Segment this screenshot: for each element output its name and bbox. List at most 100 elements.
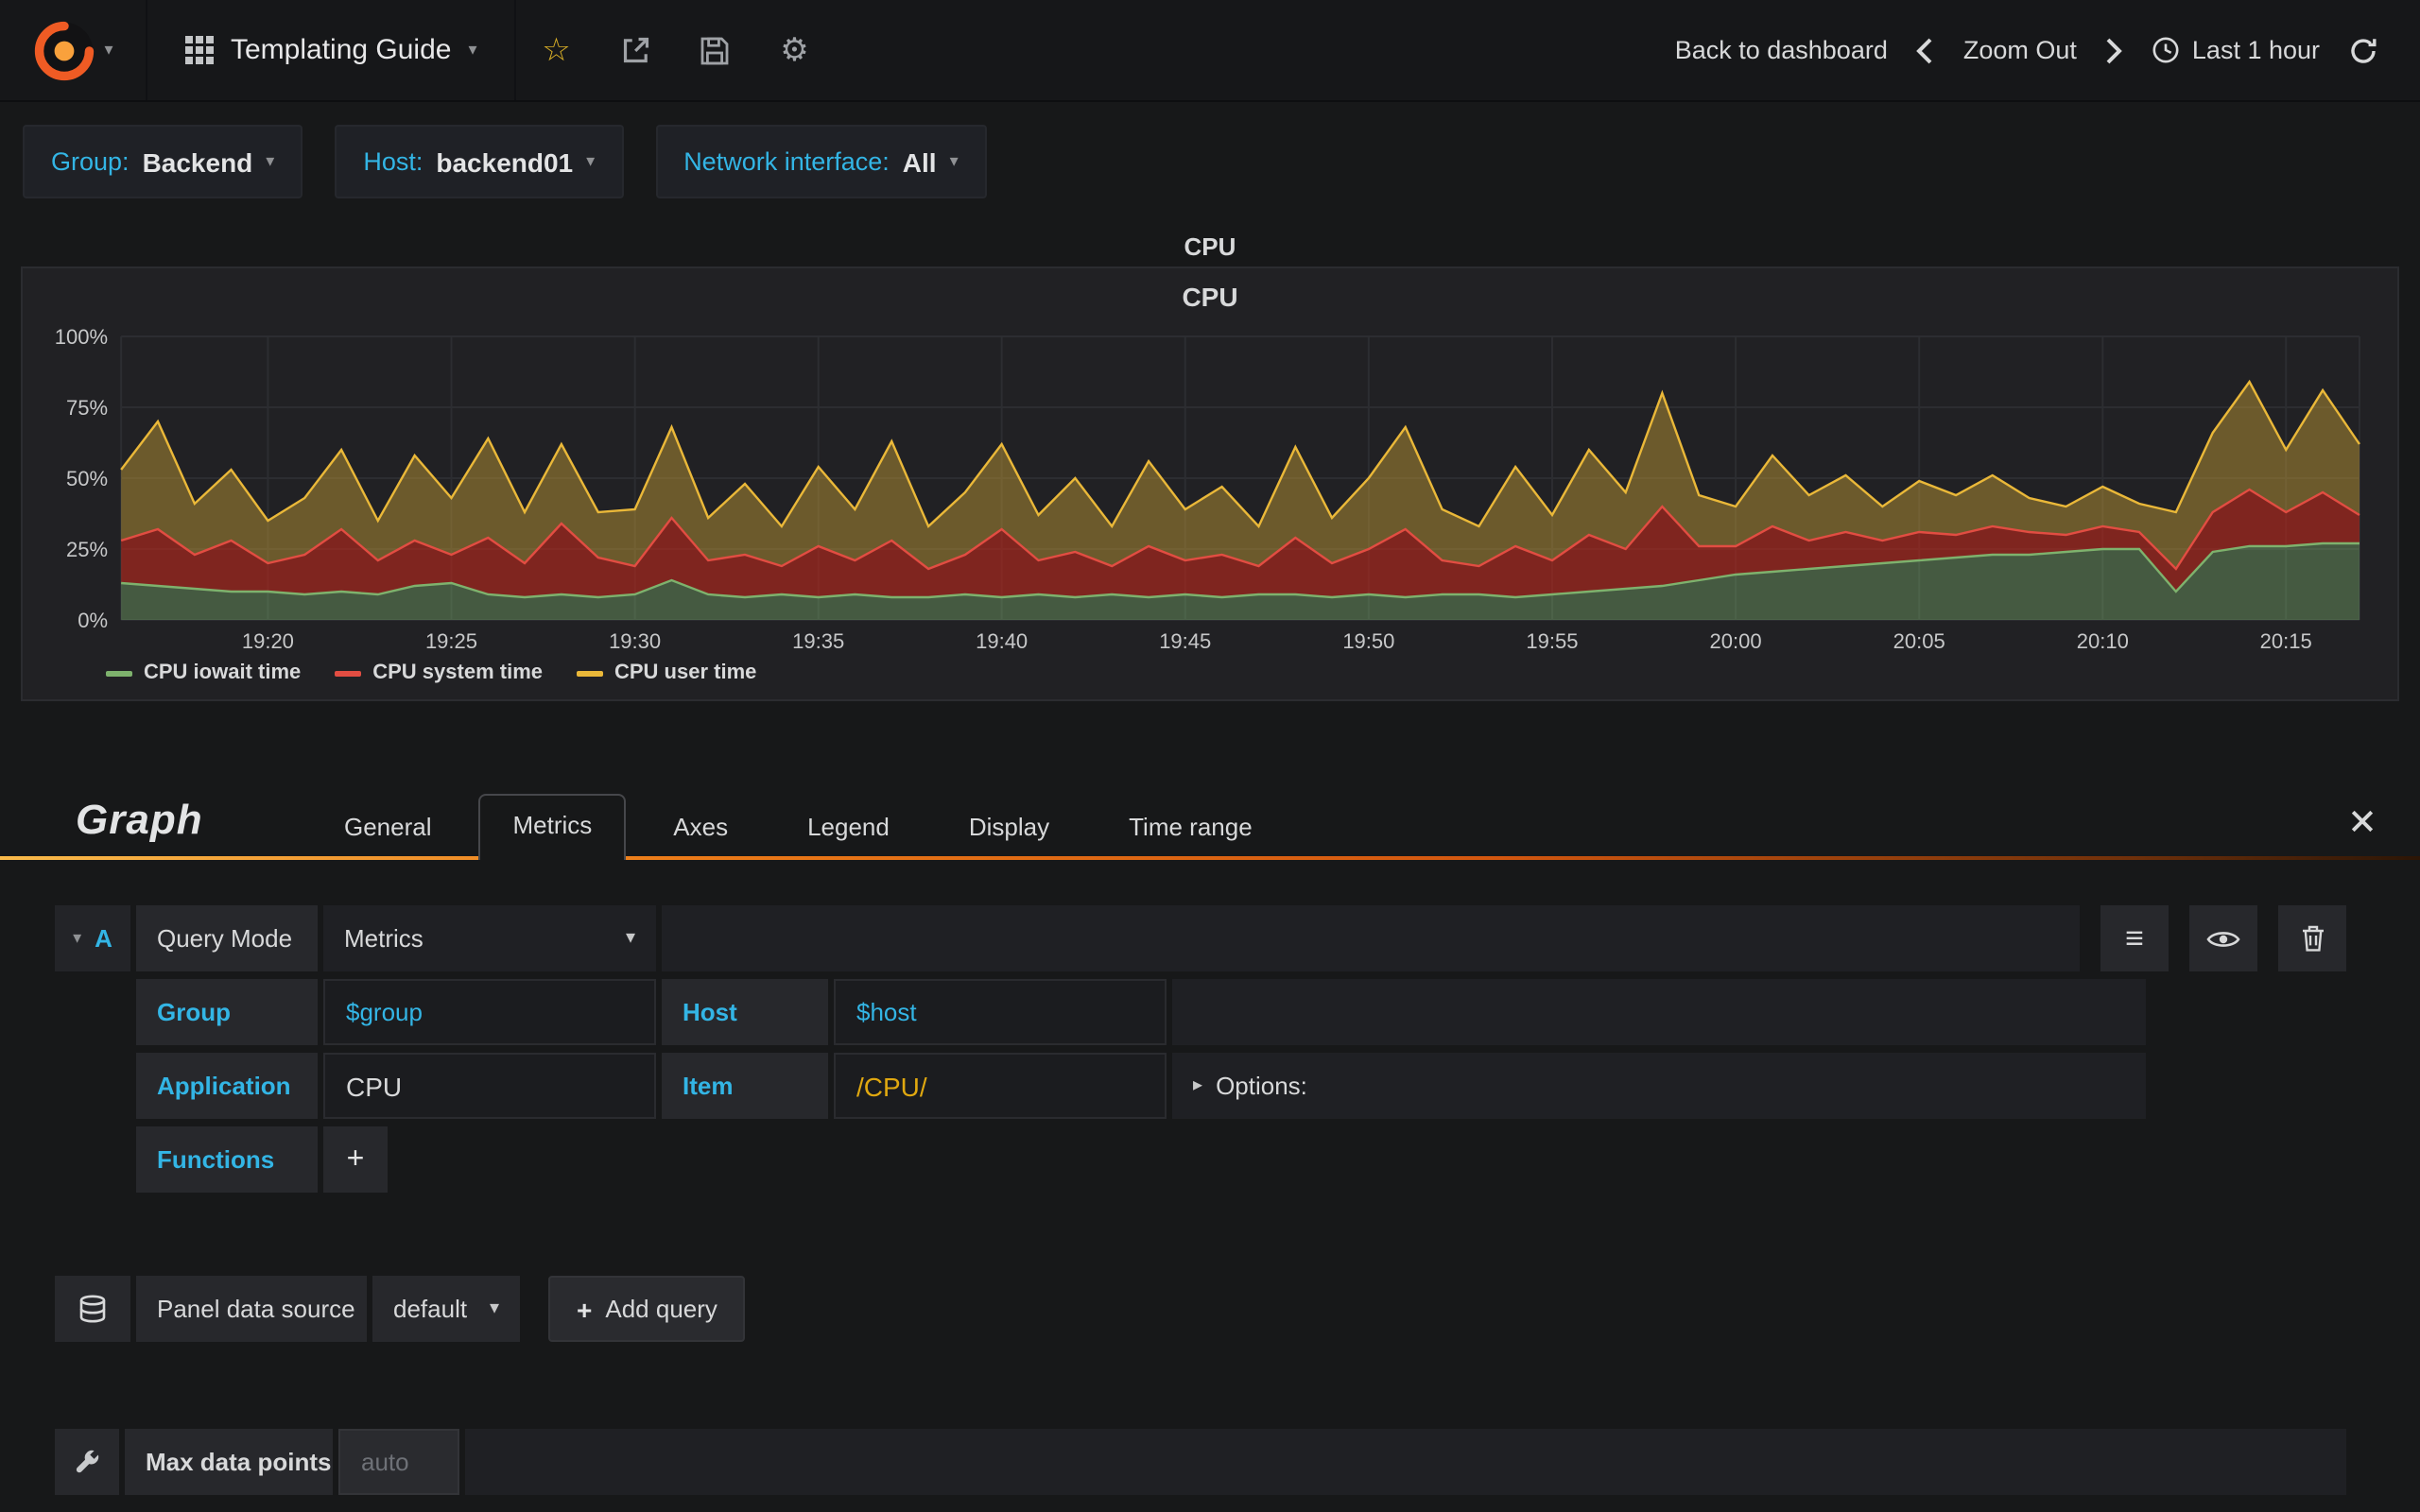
max-data-points-input[interactable]: auto xyxy=(338,1429,459,1495)
legend-item-system[interactable]: CPU system time xyxy=(335,662,543,684)
star-button[interactable]: ☆ xyxy=(517,0,596,100)
caret-down-icon: ▾ xyxy=(949,151,959,170)
variable-value: backend01 xyxy=(436,146,574,177)
star-icon: ☆ xyxy=(542,31,571,67)
close-icon xyxy=(2351,810,2374,833)
caret-down-icon: ▾ xyxy=(625,928,635,949)
svg-text:50%: 50% xyxy=(66,467,108,490)
share-icon xyxy=(623,37,648,63)
panel-title[interactable]: CPU xyxy=(21,225,2399,266)
cpu-graph[interactable]: 19:20 19:25 19:30 19:35 19:40 19:45 19:50 19:55… xyxy=(38,318,2382,654)
legend-label: CPU iowait time xyxy=(144,662,302,684)
add-query-label: Add query xyxy=(605,1295,717,1323)
variable-label: Host: xyxy=(363,147,424,176)
legend-swatch-icon xyxy=(577,670,603,676)
back-to-dashboard-link[interactable]: Back to dashboard xyxy=(1675,36,1888,64)
row-filler xyxy=(465,1429,2346,1495)
application-field-value: CPU xyxy=(346,1071,403,1101)
chart-box: CPU 19:20 19:25 19:30 19:35 19:40 19:45 19:50 1… xyxy=(21,266,2399,701)
host-field-input[interactable]: $host xyxy=(834,979,1167,1045)
save-icon xyxy=(701,36,729,64)
variable-label: Network interface: xyxy=(683,147,890,176)
query-toggle-visibility-button[interactable] xyxy=(2189,905,2257,971)
svg-text:0%: 0% xyxy=(78,609,108,632)
variable-netif-dropdown[interactable]: Network interface: All ▾ xyxy=(655,125,987,198)
datasource-select[interactable]: default ▾ xyxy=(372,1276,520,1342)
chevron-left-icon[interactable] xyxy=(1916,35,1935,65)
item-field-input[interactable]: /CPU/ xyxy=(834,1053,1167,1119)
tab-legend[interactable]: Legend xyxy=(775,798,922,856)
trash-icon xyxy=(2302,925,2323,952)
svg-text:19:55: 19:55 xyxy=(1526,629,1578,653)
dashboard-title-button[interactable]: Templating Guide ▾ xyxy=(147,0,517,100)
group-field-label: Group xyxy=(136,979,318,1045)
add-query-button[interactable]: + Add query xyxy=(548,1276,746,1342)
tab-general[interactable]: General xyxy=(312,798,464,856)
time-range-picker[interactable]: Last 1 hour xyxy=(2152,36,2320,64)
datasource-value: default xyxy=(393,1295,468,1323)
max-data-points-row: Max data points auto xyxy=(55,1429,2420,1495)
share-button[interactable] xyxy=(596,0,676,100)
caret-down-icon: ▾ xyxy=(104,40,113,59)
variable-group-dropdown[interactable]: Group: Backend ▾ xyxy=(23,125,303,198)
max-data-points-placeholder: auto xyxy=(361,1448,409,1476)
navbar: ▾ Templating Guide ▾ ☆ ⚙ Back to dashboa… xyxy=(0,0,2420,102)
variable-host-dropdown[interactable]: Host: backend01 ▾ xyxy=(335,125,624,198)
legend-item-iowait[interactable]: CPU iowait time xyxy=(106,662,301,684)
gear-icon: ⚙ xyxy=(780,31,809,67)
datasource-icon-cell xyxy=(55,1276,130,1342)
svg-text:20:00: 20:00 xyxy=(1710,629,1762,653)
application-field-input[interactable]: CPU xyxy=(323,1053,656,1119)
database-icon xyxy=(79,1294,106,1322)
group-field-input[interactable]: $group xyxy=(323,979,656,1045)
eye-icon xyxy=(2206,931,2240,946)
tab-time-range[interactable]: Time range xyxy=(1097,798,1285,856)
tab-display[interactable]: Display xyxy=(937,798,1081,856)
svg-text:20:15: 20:15 xyxy=(2260,629,2312,653)
tab-metrics[interactable]: Metrics xyxy=(478,794,627,860)
clock-icon xyxy=(2153,37,2180,63)
grafana-logo-button[interactable]: ▾ xyxy=(0,0,147,100)
legend-swatch-icon xyxy=(106,670,132,676)
query-mode-value: Metrics xyxy=(344,924,424,953)
svg-text:19:25: 19:25 xyxy=(425,629,477,653)
group-field-value: $group xyxy=(346,998,423,1026)
query-mode-select[interactable]: Metrics ▾ xyxy=(323,905,656,971)
editor-tabs: General Metrics Axes Legend Display Time… xyxy=(312,794,1285,860)
dashboard-title: Templating Guide xyxy=(231,34,452,66)
query-collapse-toggle[interactable]: ▾ A xyxy=(55,905,130,971)
svg-text:20:05: 20:05 xyxy=(1893,629,1945,653)
settings-button[interactable]: ⚙ xyxy=(755,0,835,100)
zoom-out-button[interactable]: Zoom Out xyxy=(1963,36,2077,64)
panel-editor: Graph General Metrics Axes Legend Displa… xyxy=(0,788,2420,1495)
refresh-icon[interactable] xyxy=(2348,35,2378,65)
dashboard-grid-icon xyxy=(185,36,214,64)
menu-icon: ≡ xyxy=(2125,919,2144,955)
grafana-app: ▾ Templating Guide ▾ ☆ ⚙ Back to dashboa… xyxy=(0,0,2420,1512)
grafana-logo-icon xyxy=(35,20,95,80)
legend-label: CPU user time xyxy=(614,662,757,684)
options-label: Options: xyxy=(1216,1072,1307,1100)
close-editor-button[interactable] xyxy=(2350,809,2375,833)
add-function-button[interactable]: + xyxy=(323,1126,388,1193)
legend-label: CPU system time xyxy=(372,662,543,684)
max-data-points-label: Max data points xyxy=(125,1429,333,1495)
plus-icon: + xyxy=(577,1294,593,1324)
query-delete-button[interactable] xyxy=(2278,905,2346,971)
row-filler xyxy=(1172,979,2146,1045)
svg-text:19:30: 19:30 xyxy=(609,629,661,653)
navbar-right: Back to dashboard Zoom Out Last 1 hour xyxy=(1675,0,2420,100)
navbar-spacer xyxy=(835,0,1675,100)
query-row-group-host: Group $group Host $host xyxy=(136,979,2146,1045)
variable-value: All xyxy=(902,146,937,177)
svg-text:19:35: 19:35 xyxy=(792,629,844,653)
options-toggle[interactable]: ▸ Options: xyxy=(1172,1053,2146,1119)
item-field-label: Item xyxy=(662,1053,828,1119)
chevron-right-icon[interactable] xyxy=(2105,35,2124,65)
query-menu-button[interactable]: ≡ xyxy=(2100,905,2169,971)
plus-icon: + xyxy=(346,1143,365,1175)
item-field-value: /CPU/ xyxy=(856,1071,927,1101)
legend-item-user[interactable]: CPU user time xyxy=(577,662,756,684)
save-button[interactable] xyxy=(676,0,755,100)
tab-axes[interactable]: Axes xyxy=(641,798,760,856)
